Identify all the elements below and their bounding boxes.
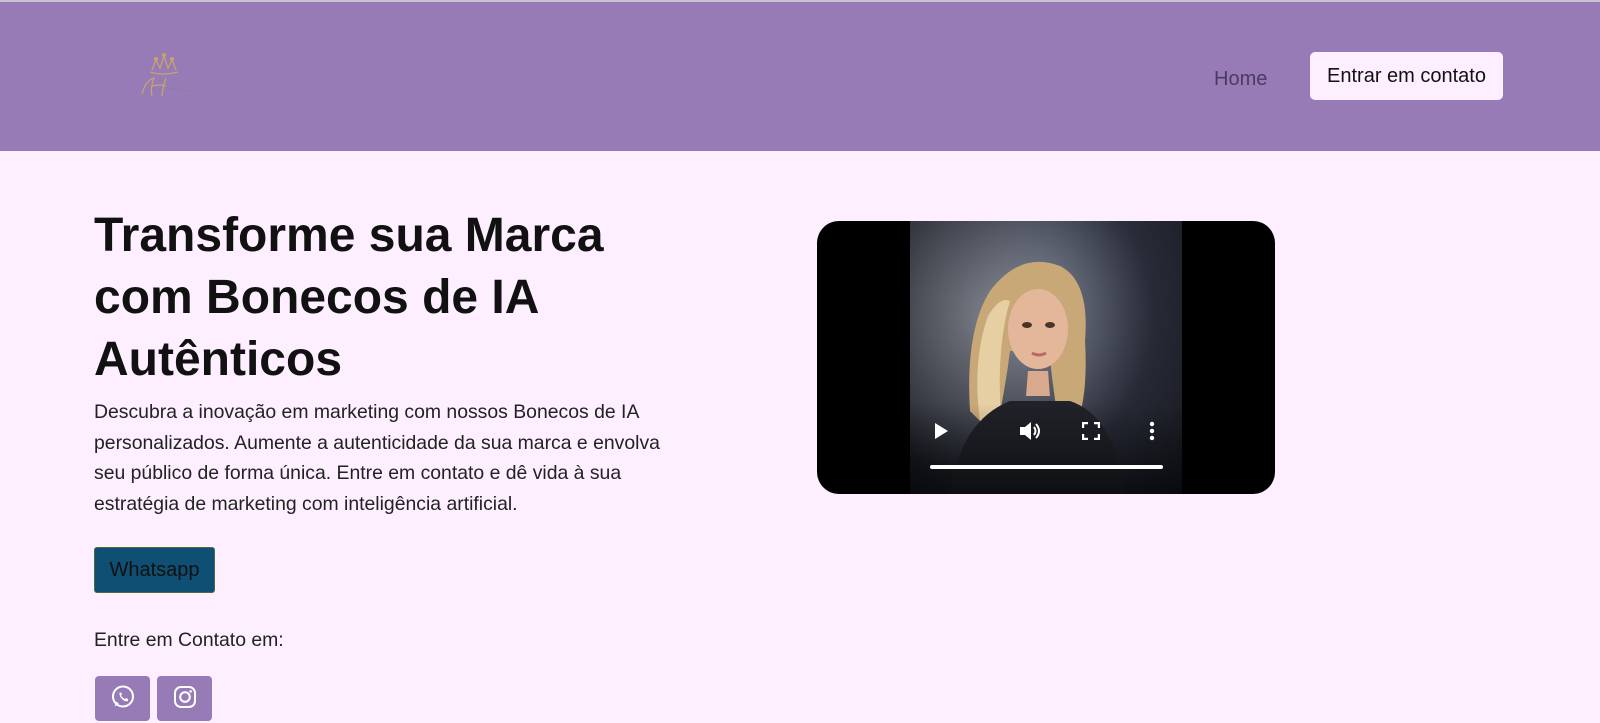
- play-icon[interactable]: [929, 419, 953, 443]
- hero-video-player[interactable]: [817, 221, 1275, 494]
- nav-home-link[interactable]: Home: [1214, 68, 1267, 91]
- instagram-social-button[interactable]: [157, 676, 212, 721]
- whatsapp-button[interactable]: Whatsapp: [94, 547, 215, 593]
- contact-button[interactable]: Entrar em contato: [1310, 52, 1503, 100]
- whatsapp-icon: [110, 684, 136, 714]
- instagram-icon: [172, 684, 198, 714]
- whatsapp-social-button[interactable]: [95, 676, 150, 721]
- more-options-icon[interactable]: [1140, 419, 1164, 443]
- video-frame: [910, 221, 1182, 494]
- video-progress-bar[interactable]: [930, 465, 1163, 469]
- hero-description: Descubra a inovação em marketing com nos…: [94, 401, 660, 515]
- fullscreen-icon[interactable]: [1079, 419, 1103, 443]
- hero-title: Transforme sua Marca com Bonecos de IA A…: [94, 209, 604, 386]
- controls-overlay: [910, 404, 1182, 494]
- contact-label: Entre em Contato em:: [94, 629, 284, 651]
- crown-monogram-logo[interactable]: [132, 50, 208, 106]
- volume-icon[interactable]: [1018, 419, 1042, 443]
- site-header: Home Entrar em contato: [0, 2, 1600, 151]
